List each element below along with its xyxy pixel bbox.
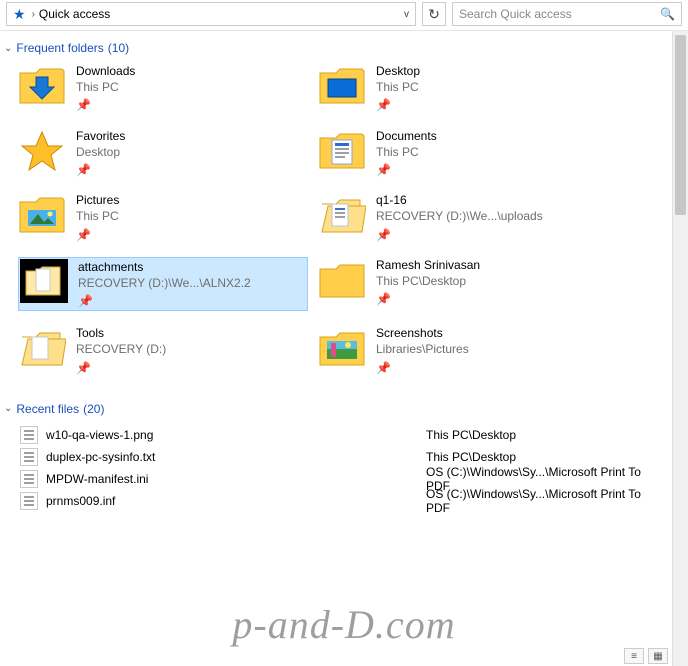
vertical-scrollbar[interactable] <box>672 31 688 666</box>
folder-name: Tools <box>76 325 166 341</box>
folder-name: Favorites <box>76 128 125 144</box>
folder-name: attachments <box>78 259 251 275</box>
recent-files-section: ⌄ Recent files (20) w10-qa-views-1.png T… <box>0 398 688 512</box>
folder-item-q1-16[interactable]: q1-16 RECOVERY (D:)\We...\uploads 📌 <box>318 192 658 243</box>
folder-path: This PC <box>376 79 420 95</box>
folder-path: RECOVERY (D:)\We...\uploads <box>376 208 543 224</box>
folder-path: This PC <box>76 79 135 95</box>
chevron-down-icon: ⌄ <box>4 403 12 414</box>
file-path: OS (C:)\Windows\Sy...\Microsoft Print To… <box>426 487 664 515</box>
downloads-folder-icon <box>18 63 66 107</box>
folder-item-documents[interactable]: Documents This PC 📌 <box>318 128 658 179</box>
folder-item-downloads[interactable]: Downloads This PC 📌 <box>18 63 308 114</box>
pin-icon: 📌 <box>76 227 119 243</box>
folder-path: This PC\Desktop <box>376 273 480 289</box>
favorites-folder-icon <box>18 128 66 172</box>
pin-icon: 📌 <box>376 162 437 178</box>
pin-icon: 📌 <box>376 97 420 113</box>
documents-folder-icon <box>318 128 366 172</box>
breadcrumb-location: Quick access <box>39 7 110 21</box>
folder-item-desktop[interactable]: Desktop This PC 📌 <box>318 63 658 114</box>
pin-icon: 📌 <box>376 227 543 243</box>
address-history-dropdown[interactable]: v <box>398 9 415 20</box>
file-name: w10-qa-views-1.png <box>46 428 426 442</box>
file-path: This PC\Desktop <box>426 428 516 442</box>
breadcrumb[interactable]: › Quick access <box>32 7 111 21</box>
folder-path: RECOVERY (D:) <box>76 341 166 357</box>
quick-access-star-icon: ★ <box>13 6 26 23</box>
search-box[interactable]: Search Quick access 🔍 <box>452 2 682 26</box>
file-icon <box>20 492 38 510</box>
folder-open-icon <box>318 192 366 236</box>
scrollbar-thumb[interactable] <box>675 35 686 215</box>
file-icon <box>20 426 38 444</box>
group-count: (20) <box>83 402 104 416</box>
pictures-folder-icon <box>18 192 66 236</box>
desktop-folder-icon <box>318 63 366 107</box>
folder-path: RECOVERY (D:)\We...\ALNX2.2 <box>78 275 251 291</box>
folder-name: Downloads <box>76 63 135 79</box>
file-name: duplex-pc-sysinfo.txt <box>46 450 426 464</box>
address-search-bar: ★ › Quick access v ↻ Search Quick access… <box>0 0 688 31</box>
folder-path: Desktop <box>76 144 125 160</box>
folder-item-screenshots[interactable]: Screenshots Libraries\Pictures 📌 <box>318 325 658 376</box>
search-placeholder: Search Quick access <box>459 7 572 21</box>
view-mode-buttons: ≡ ▦ <box>624 648 668 664</box>
group-label: Recent files <box>16 402 79 416</box>
recent-file-row[interactable]: prnms009.inf OS (C:)\Windows\Sy...\Micro… <box>20 490 664 512</box>
folder-item-pictures[interactable]: Pictures This PC 📌 <box>18 192 308 243</box>
pin-icon: 📌 <box>76 360 166 376</box>
recent-files-list: w10-qa-views-1.png This PC\Desktop duple… <box>0 424 688 512</box>
folder-path: Libraries\Pictures <box>376 341 469 357</box>
folder-name: Ramesh Srinivasan <box>376 257 480 273</box>
file-name: MPDW-manifest.ini <box>46 472 426 486</box>
address-bar[interactable]: ★ › Quick access v <box>6 2 416 26</box>
folder-icon <box>318 257 366 301</box>
chevron-down-icon: ⌄ <box>4 43 12 54</box>
pin-icon: 📌 <box>76 162 125 178</box>
watermark-text: p-and-D.com <box>0 601 688 648</box>
group-header-frequent-folders[interactable]: ⌄ Frequent folders (10) <box>0 37 688 63</box>
folder-name: q1-16 <box>376 192 543 208</box>
folder-item-tools[interactable]: Tools RECOVERY (D:) 📌 <box>18 325 308 376</box>
pin-icon: 📌 <box>376 291 480 307</box>
content-pane: ⌄ Frequent folders (10) Downloads This P… <box>0 31 688 666</box>
file-icon <box>20 470 38 488</box>
pin-icon: 📌 <box>76 97 135 113</box>
folder-item-favorites[interactable]: Favorites Desktop 📌 <box>18 128 308 179</box>
folder-name: Screenshots <box>376 325 469 341</box>
frequent-folders-grid: Downloads This PC 📌 Desktop This PC 📌 <box>0 63 688 376</box>
folder-path: This PC <box>376 144 437 160</box>
folder-name: Pictures <box>76 192 119 208</box>
pin-icon: 📌 <box>376 360 469 376</box>
group-count: (10) <box>108 41 129 55</box>
view-icons-button[interactable]: ▦ <box>648 648 668 664</box>
folder-name: Documents <box>376 128 437 144</box>
screenshots-folder-icon <box>318 325 366 369</box>
folder-name: Desktop <box>376 63 420 79</box>
chevron-right-icon: › <box>32 9 35 20</box>
pin-icon: 📌 <box>78 293 251 309</box>
view-details-button[interactable]: ≡ <box>624 648 644 664</box>
group-header-recent-files[interactable]: ⌄ Recent files (20) <box>0 398 688 424</box>
folder-path: This PC <box>76 208 119 224</box>
group-label: Frequent folders <box>16 41 103 55</box>
folder-item-attachments[interactable]: attachments RECOVERY (D:)\We...\ALNX2.2 … <box>18 257 308 312</box>
file-name: prnms009.inf <box>46 494 426 508</box>
folder-item-ramesh-srinivasan[interactable]: Ramesh Srinivasan This PC\Desktop 📌 <box>318 257 658 312</box>
recent-file-row[interactable]: w10-qa-views-1.png This PC\Desktop <box>20 424 664 446</box>
folder-open-icon <box>20 259 68 303</box>
file-path: This PC\Desktop <box>426 450 516 464</box>
search-icon: 🔍 <box>660 7 675 21</box>
refresh-button[interactable]: ↻ <box>422 2 446 26</box>
file-icon <box>20 448 38 466</box>
folder-open-icon <box>18 325 66 369</box>
